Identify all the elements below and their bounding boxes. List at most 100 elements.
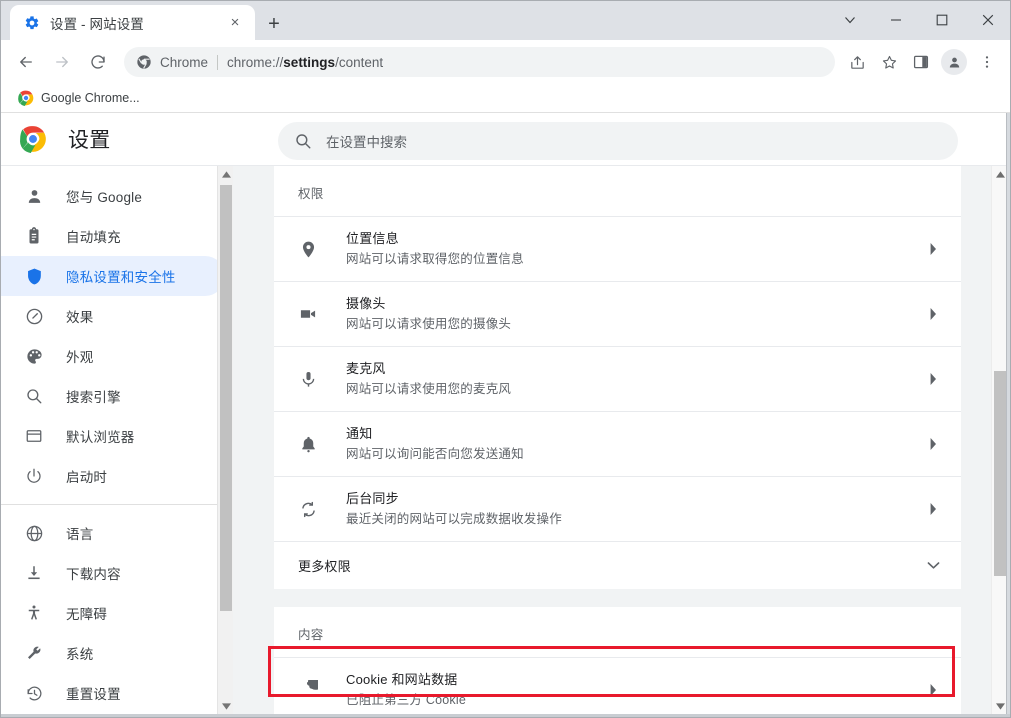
search-input[interactable]: 在设置中搜索 xyxy=(278,122,958,160)
maximize-icon[interactable] xyxy=(919,0,965,40)
new-tab-button[interactable]: + xyxy=(262,12,286,36)
sidebar-item-label: 无障碍 xyxy=(66,607,108,622)
star-icon[interactable] xyxy=(875,48,903,76)
content-title: Cookie 和网站数据 xyxy=(346,671,458,687)
sidebar-item-label: 您与 Google xyxy=(66,190,143,205)
back-icon[interactable] xyxy=(11,47,41,77)
scroll-up-icon[interactable] xyxy=(992,166,1006,183)
permission-title: 后台同步 xyxy=(346,490,399,506)
chrome-secure-icon xyxy=(136,54,152,70)
permission-title: 麦克风 xyxy=(346,360,386,376)
omnibox-divider xyxy=(217,54,219,70)
permission-text: 位置信息 网站可以请求取得您的位置信息 xyxy=(346,230,925,269)
scroll-up-icon[interactable] xyxy=(218,166,233,183)
speedometer-icon xyxy=(24,306,44,326)
content-subtitle: 已阻止第三方 Cookie xyxy=(346,693,466,708)
minimize-icon[interactable] xyxy=(873,0,919,40)
cookie-icon xyxy=(298,680,318,700)
sidebar-item-performance[interactable]: 效果 xyxy=(0,296,225,336)
more-permissions-expander[interactable]: 更多权限 xyxy=(274,541,961,589)
sidebar-item-system[interactable]: 系统 xyxy=(0,633,225,673)
sidebar-scroll-thumb[interactable] xyxy=(220,185,232,611)
clipboard-icon xyxy=(24,226,44,246)
location-pin-icon xyxy=(298,239,318,259)
power-icon xyxy=(24,466,44,486)
permission-subtitle: 网站可以询问能否向您发送通知 xyxy=(346,447,524,462)
shield-icon xyxy=(24,266,44,286)
sidebar-item-autofill[interactable]: 自动填充 xyxy=(0,216,225,256)
reload-icon[interactable] xyxy=(83,47,113,77)
chevron-right-icon xyxy=(925,501,941,517)
chevron-right-icon xyxy=(925,241,941,257)
bookmark-item[interactable]: Google Chrome... xyxy=(12,87,146,109)
permission-row-microphone[interactable]: 麦克风 网站可以请求使用您的麦克风 xyxy=(274,346,961,411)
permission-row-background-sync[interactable]: 后台同步 最近关闭的网站可以完成数据收发操作 xyxy=(274,476,961,541)
sidebar-item-label: 隐私设置和安全性 xyxy=(66,270,176,285)
sidebar-item-appearance[interactable]: 外观 xyxy=(0,336,225,376)
browser-toolbar: Chrome chrome://settings/content xyxy=(0,40,1011,84)
permissions-card: 权限 位置信息 网站可以请求取得您的位置信息 摄像头 网站可以请求使用您的摄像头… xyxy=(274,166,961,714)
sidebar-item-label: 外观 xyxy=(66,350,94,365)
avatar[interactable] xyxy=(941,49,967,75)
chevron-right-icon xyxy=(925,371,941,387)
sidebar-item-you-and-google[interactable]: 您与 Google xyxy=(0,176,225,216)
chevron-down-icon[interactable] xyxy=(925,558,941,574)
tab-title: 设置 - 网站设置 xyxy=(50,16,144,32)
content-text: Cookie 和网站数据 已阻止第三方 Cookie xyxy=(346,671,925,710)
close-window-icon[interactable] xyxy=(965,0,1011,40)
forward-icon[interactable] xyxy=(47,47,77,77)
browser-window: 设置 - 网站设置 × + Chrome chrome://settings/c… xyxy=(0,0,1011,718)
url-suffix: /content xyxy=(335,54,384,70)
content-row-cookies[interactable]: Cookie 和网站数据 已阻止第三方 Cookie xyxy=(274,657,961,714)
scroll-down-icon[interactable] xyxy=(992,698,1006,714)
sidebar-item-default-browser[interactable]: 默认浏览器 xyxy=(0,416,225,456)
scroll-down-icon[interactable] xyxy=(218,698,233,714)
sidebar-item-reset-settings[interactable]: 重置设置 xyxy=(0,673,225,713)
close-icon[interactable]: × xyxy=(225,13,245,33)
more-permissions-label: 更多权限 xyxy=(298,559,351,574)
sidebar-item-label: 系统 xyxy=(66,647,94,662)
content-scrollbar[interactable] xyxy=(991,166,1006,714)
permission-row-location[interactable]: 位置信息 网站可以请求取得您的位置信息 xyxy=(274,216,961,281)
browser-window-icon xyxy=(24,426,44,446)
person-icon xyxy=(24,186,44,206)
permission-subtitle: 网站可以请求取得您的位置信息 xyxy=(346,252,524,267)
sidebar-item-on-startup[interactable]: 启动时 xyxy=(0,456,225,496)
bell-icon xyxy=(298,434,318,454)
download-icon xyxy=(24,563,44,583)
browser-tab[interactable]: 设置 - 网站设置 × xyxy=(10,5,255,40)
wrench-icon xyxy=(24,643,44,663)
sidebar-item-languages[interactable]: 语言 xyxy=(0,513,225,553)
side-panel-icon[interactable] xyxy=(907,48,935,76)
permission-text: 后台同步 最近关闭的网站可以完成数据收发操作 xyxy=(346,490,925,529)
tab-search-icon[interactable] xyxy=(827,0,873,40)
tab-strip: 设置 - 网站设置 × + xyxy=(0,0,1011,40)
three-dot-icon[interactable] xyxy=(973,48,1001,76)
sidebar-item-search-engine[interactable]: 搜索引擎 xyxy=(0,376,225,416)
sidebar-item-privacy-and-security[interactable]: 隐私设置和安全性 xyxy=(0,256,225,296)
sidebar-scrollbar[interactable] xyxy=(217,166,233,714)
accessibility-icon xyxy=(24,603,44,623)
omnibox-url: chrome://settings/content xyxy=(227,55,383,70)
share-icon[interactable] xyxy=(843,48,871,76)
sidebar-item-label: 自动填充 xyxy=(66,230,121,245)
page-title: 设置 xyxy=(68,129,111,152)
microphone-icon xyxy=(298,369,318,389)
history-restore-icon xyxy=(24,683,44,703)
address-bar[interactable]: Chrome chrome://settings/content xyxy=(124,47,835,77)
chrome-icon xyxy=(18,90,34,107)
url-prefix: chrome:// xyxy=(227,54,284,70)
sidebar-item-accessibility[interactable]: 无障碍 xyxy=(0,593,225,633)
sidebar-item-label: 启动时 xyxy=(66,470,108,485)
chevron-right-icon xyxy=(925,682,941,698)
video-camera-icon xyxy=(298,304,318,324)
permission-row-notifications[interactable]: 通知 网站可以询问能否向您发送通知 xyxy=(274,411,961,476)
content-scroll-thumb[interactable] xyxy=(994,371,1006,576)
permission-title: 通知 xyxy=(346,425,373,441)
omnibox-chip-label: Chrome xyxy=(160,54,209,70)
permission-row-camera[interactable]: 摄像头 网站可以请求使用您的摄像头 xyxy=(274,281,961,346)
url-bold: settings xyxy=(283,54,336,70)
sidebar-item-downloads[interactable]: 下载内容 xyxy=(0,553,225,593)
chevron-right-icon xyxy=(925,306,941,322)
settings-header: 设置 在设置中搜索 xyxy=(0,113,1006,165)
